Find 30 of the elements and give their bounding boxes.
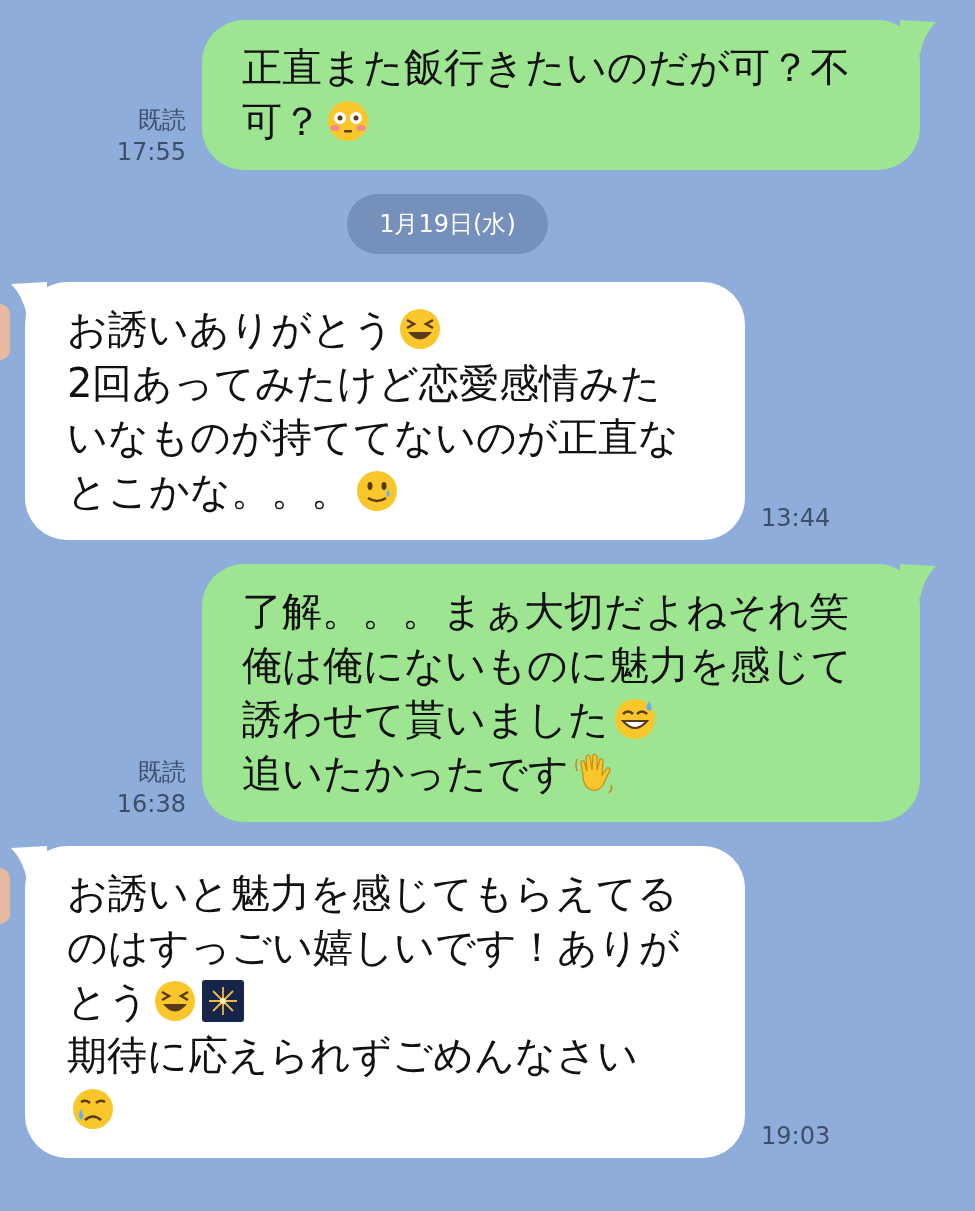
timestamp: 13:44 <box>760 503 831 534</box>
message-text: 誘わせて貰いました <box>242 695 609 744</box>
message-text: 了解。。。まぁ大切だよねそれ笑 <box>242 587 849 636</box>
read-receipt: 既読 <box>138 105 186 136</box>
message-text: のはすっごい嬉しいです！ありが <box>67 923 680 972</box>
avatar[interactable] <box>0 304 10 360</box>
message-text: 追いたかったです <box>242 749 569 798</box>
message-text: 正直また飯行きたいのだが可？不 <box>242 43 850 92</box>
date-separator: 1月19日(水) <box>347 194 548 254</box>
smiling-face-with-tear-icon <box>355 469 399 513</box>
message-text: 可？ <box>242 97 322 146</box>
message-text: とう <box>67 977 149 1026</box>
timestamp: 17:55 <box>116 137 186 168</box>
message-text: 2回あってみたけど恋愛感情みた <box>67 359 662 408</box>
crying-face-icon <box>71 1087 115 1131</box>
fireworks-icon <box>201 979 245 1023</box>
message-text: とこかな。。。 <box>67 467 351 516</box>
grinning-face-with-sweat-icon <box>613 697 657 741</box>
message-text: 期待に応えられずごめんなさい <box>67 1031 638 1080</box>
message-text: お誘いと魅力を感じてもらえてる <box>67 869 678 918</box>
timestamp: 16:38 <box>116 789 186 820</box>
timestamp: 19:03 <box>760 1121 831 1152</box>
flushed-face-icon <box>326 99 370 143</box>
message-text: いなものが持ててないのが正直な <box>67 413 679 462</box>
message-text: お誘いありがとう <box>67 305 394 354</box>
read-receipt: 既読 <box>138 757 186 788</box>
laughing-face-icon <box>153 979 197 1023</box>
laughing-face-icon <box>398 307 442 351</box>
avatar[interactable] <box>0 868 10 924</box>
message-text: 俺は俺にないものに魅力を感じて <box>242 641 852 690</box>
